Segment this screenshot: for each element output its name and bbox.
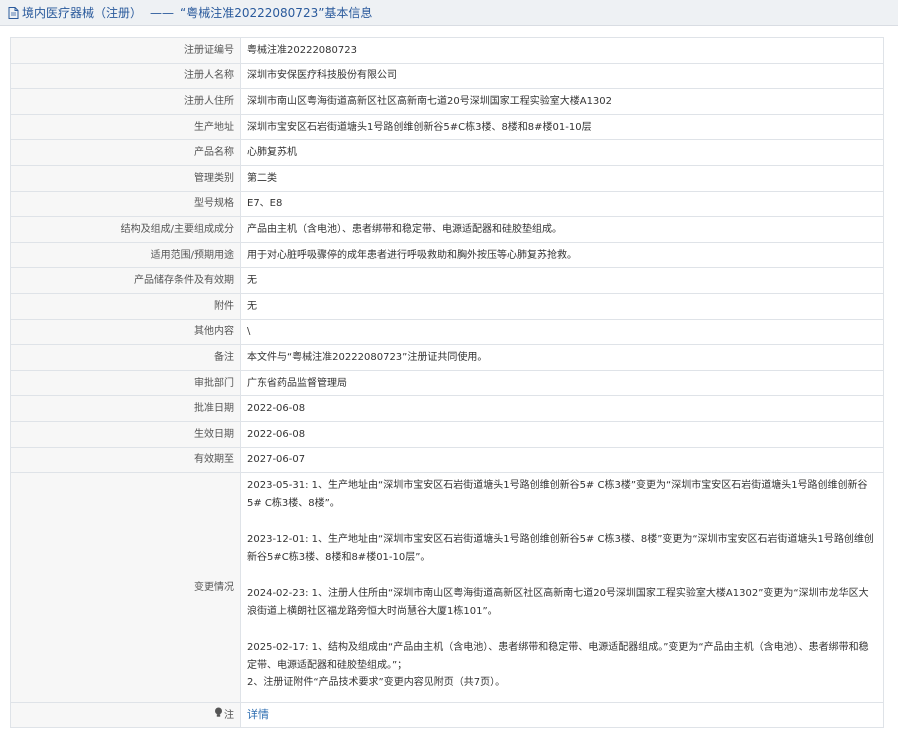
row-value: 用于对心脏呼吸骤停的成年患者进行呼吸救助和胸外按压等心肺复苏抢救。 [240, 241, 884, 269]
table-row: 批准日期 2022-06-08 [10, 395, 884, 422]
row-value: 深圳市宝安区石岩街道塘头1号路创维创新谷5#C栋3楼、8楼和8#楼01-10层 [240, 113, 884, 141]
row-label: 产品名称 [10, 139, 241, 166]
row-label: 生产地址 [10, 113, 241, 141]
table-row: 备注 本文件与“粤械注准20222080723”注册证共同使用。 [10, 344, 884, 371]
row-value: 产品由主机（含电池）、患者绑带和稳定带、电源适配器和硅胶垫组成。 [240, 216, 884, 243]
row-value: 深圳市南山区粤海街道高新区社区高新南七道20号深圳国家工程实验室大楼A1302 [240, 88, 884, 115]
row-label: 型号规格 [10, 190, 241, 218]
table-row: 其他内容 \ [10, 318, 884, 346]
row-value: 粤械注准20222080723 [240, 37, 884, 64]
row-value: 2022-06-08 [240, 420, 884, 448]
page-header: 境内医疗器械（注册） —— “粤械注准20222080723”基本信息 [0, 0, 898, 26]
row-value: E7、E8 [240, 190, 884, 218]
row-label: 管理类别 [10, 164, 241, 192]
table-row: 结构及组成/主要组成成分 产品由主机（含电池）、患者绑带和稳定带、电源适配器和硅胶… [10, 216, 884, 243]
row-value: 广东省药品监督管理局 [240, 369, 884, 397]
category-title: 境内医疗器械（注册） [22, 6, 143, 20]
changes-row: 变更情况 2023-05-31: 1、生产地址由“深圳市宝安区石岩街道塘头1号路… [10, 472, 884, 703]
note-value: 详情 [240, 701, 884, 729]
table-row: 产品名称 心肺复苏机 [10, 139, 884, 166]
table-row: 产品储存条件及有效期无 [10, 267, 884, 294]
row-label: 注册证编号 [10, 37, 241, 64]
note-row: 注 详情 [10, 701, 884, 729]
changes-value: 2023-05-31: 1、生产地址由“深圳市宝安区石岩街道塘头1号路创维创新谷… [240, 472, 884, 703]
row-value: 2027-06-07 [240, 446, 884, 474]
row-value: 无 [240, 292, 884, 320]
change-entry: 2023-12-01: 1、生产地址由“深圳市宝安区石岩街道塘头1号路创维创新谷… [247, 534, 874, 563]
row-label: 审批部门 [10, 369, 241, 397]
document-icon [8, 6, 19, 19]
row-label: 注册人住所 [10, 88, 241, 115]
note-label-cell: 注 [10, 701, 241, 729]
note-label: 注 [224, 709, 234, 721]
table-row: 注册人住所 深圳市南山区粤海街道高新区社区高新南七道20号深圳国家工程实验室大楼A… [10, 88, 884, 115]
row-label: 产品储存条件及有效期 [10, 267, 241, 294]
row-label: 适用范围/预期用途 [10, 241, 241, 269]
table-row: 管理类别 第二类 [10, 164, 884, 192]
table-row: 适用范围/预期用途 用于对心脏呼吸骤停的成年患者进行呼吸救助和胸外按压等心肺复苏抢… [10, 241, 884, 269]
row-value: 2022-06-08 [240, 395, 884, 422]
change-entry: 2024-02-23: 1、注册人住所由“深圳市南山区粤海街道高新区社区高新南七… [247, 588, 869, 617]
row-label: 生效日期 [10, 420, 241, 448]
row-value: 无 [240, 267, 884, 294]
row-label: 有效期至 [10, 446, 241, 474]
table-row: 生产地址 深圳市宝安区石岩街道塘头1号路创维创新谷5#C栋3楼、8楼和8#楼01-… [10, 113, 884, 141]
change-entry: 2025-02-17: 1、结构及组成由“产品由主机（含电池）、患者绑带和稳定带… [247, 642, 869, 689]
table-row: 注册人名称 深圳市安保医疗科技股份有限公司 [10, 62, 884, 90]
row-value: 深圳市安保医疗科技股份有限公司 [240, 62, 884, 90]
row-value: 第二类 [240, 164, 884, 192]
row-value: \ [240, 318, 884, 346]
table-row: 附件无 [10, 292, 884, 320]
table-row: 生效日期 2022-06-08 [10, 420, 884, 448]
page-title: “粤械注准20222080723”基本信息 [180, 6, 373, 20]
row-label: 批准日期 [10, 395, 241, 422]
table-row: 审批部门 广东省药品监督管理局 [10, 369, 884, 397]
row-value: 本文件与“粤械注准20222080723”注册证共同使用。 [240, 344, 884, 371]
change-entry: 2023-05-31: 1、生产地址由“深圳市宝安区石岩街道塘头1号路创维创新谷… [247, 480, 868, 509]
row-label: 注册人名称 [10, 62, 241, 90]
row-value: 心肺复苏机 [240, 139, 884, 166]
table-row: 型号规格 E7、E8 [10, 190, 884, 218]
info-table: 注册证编号 粤械注准20222080723 注册人名称 深圳市安保医疗科技股份有限公… [10, 37, 884, 729]
row-label: 备注 [10, 344, 241, 371]
row-label: 附件 [10, 292, 241, 320]
table-row: 有效期至 2027-06-07 [10, 446, 884, 474]
row-label: 结构及组成/主要组成成分 [10, 216, 241, 243]
row-label: 其他内容 [10, 318, 241, 346]
lightbulb-icon [214, 707, 223, 723]
table-row: 注册证编号 粤械注准20222080723 [10, 37, 884, 64]
title-separator: —— [150, 5, 175, 20]
changes-label: 变更情况 [10, 472, 241, 703]
details-link[interactable]: 详情 [247, 708, 269, 721]
